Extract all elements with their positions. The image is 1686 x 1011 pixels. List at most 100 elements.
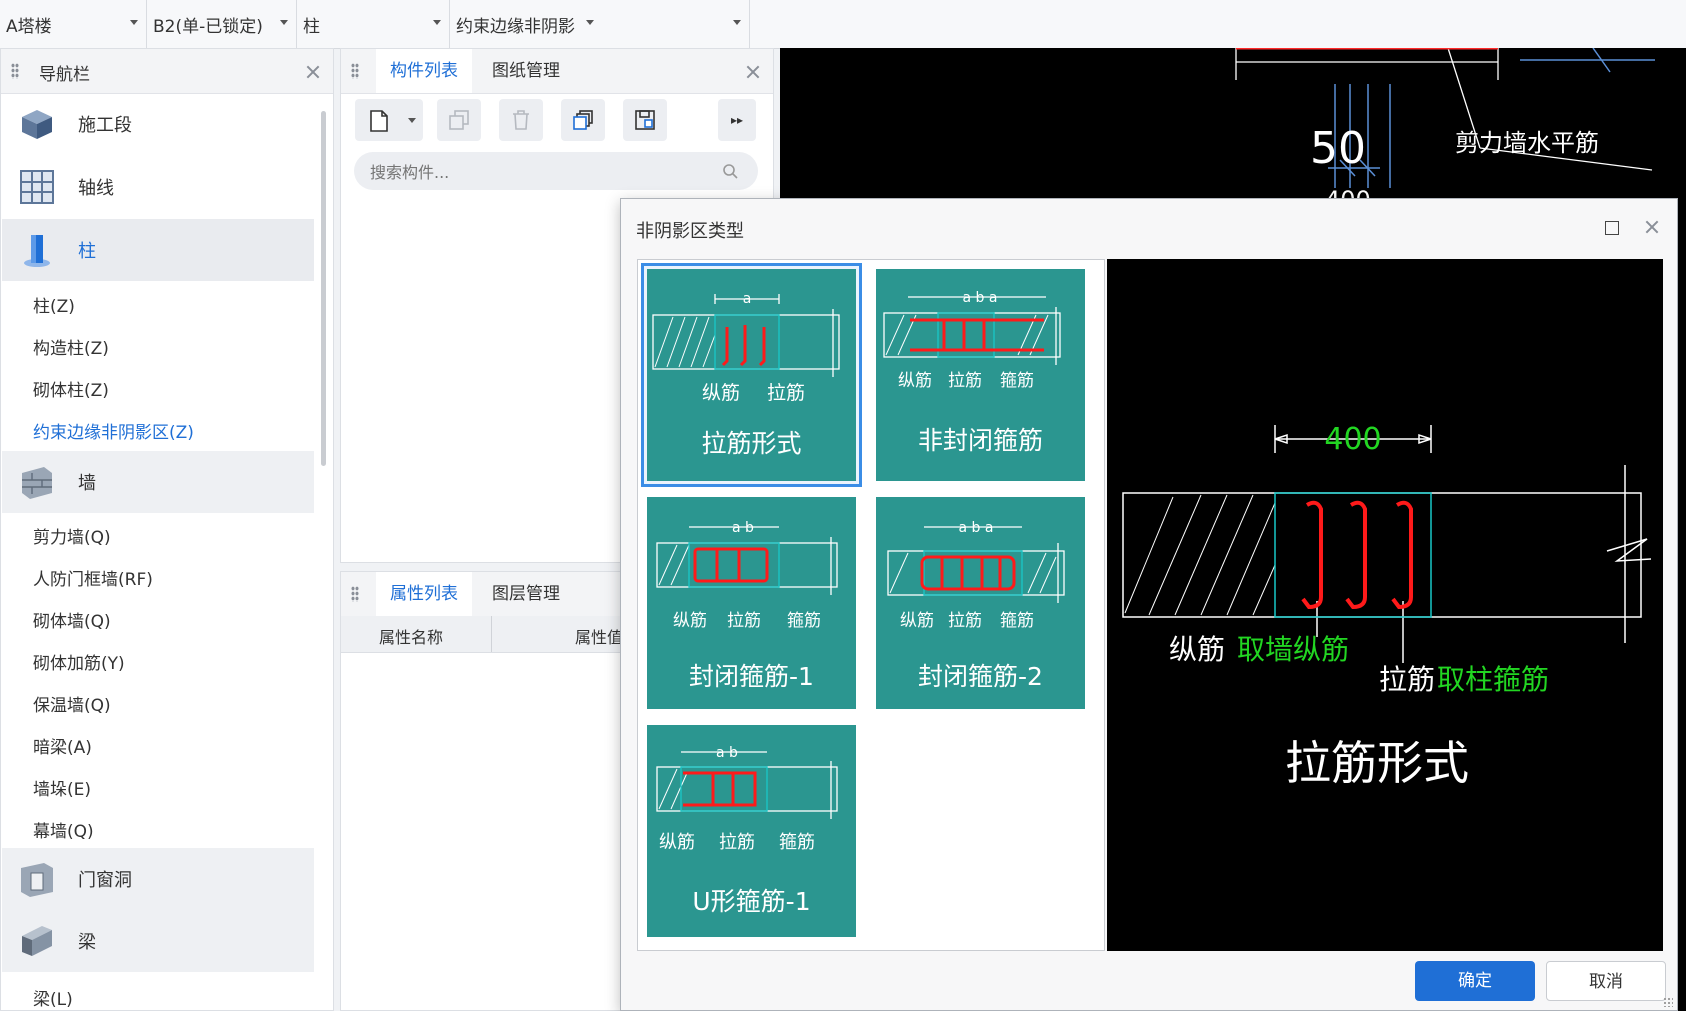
tile-closed-stirrup-1[interactable]: a b 纵筋 拉筋 箍筋 封闭箍筋-1 — [647, 497, 856, 709]
nav-item-pier[interactable]: 墙垛(E) — [33, 775, 91, 800]
tile-label-text: 纵筋 — [702, 382, 740, 404]
floor-select[interactable]: B2(单-已锁定) — [147, 0, 297, 48]
component-search-box[interactable] — [354, 152, 758, 190]
ok-button[interactable]: 确定 — [1415, 961, 1535, 1001]
tile-caption: 非封闭箍筋 — [917, 426, 1043, 455]
tile-label-text: 箍筋 — [779, 832, 815, 853]
nav-item-hidden-beam[interactable]: 暗梁(A) — [33, 733, 92, 758]
save-template-button[interactable] — [623, 99, 667, 141]
close-icon[interactable] — [746, 65, 760, 79]
tab-property-list[interactable]: 属性列表 — [376, 572, 472, 616]
nav-group-axis[interactable]: 轴线 — [2, 156, 314, 218]
nav-group-label: 施工段 — [78, 115, 132, 136]
column-icon — [24, 235, 50, 267]
tab-layer-management[interactable]: 图层管理 — [478, 572, 574, 616]
trash-icon — [513, 110, 529, 130]
tile-open-stirrup[interactable]: a b a 纵筋 拉筋 箍筋 非封闭箍筋 — [876, 269, 1085, 481]
drag-handle-icon[interactable] — [351, 63, 359, 79]
resize-grip-icon[interactable] — [1663, 997, 1673, 1007]
close-icon[interactable] — [1645, 220, 1659, 234]
column-divider — [491, 616, 492, 652]
nav-item-masonry-column[interactable]: 砌体柱(Z) — [33, 376, 109, 401]
nav-group-label: 梁 — [78, 932, 96, 953]
tile-u-stirrup-1[interactable]: a b 纵筋 拉筋 箍筋 U形箍筋-1 — [647, 725, 856, 937]
nav-group-label: 门窗洞 — [78, 870, 132, 891]
tile-label-text: 纵筋 — [898, 371, 932, 391]
tile-label-text: 箍筋 — [1000, 371, 1034, 391]
floor-select-value: B2(单-已锁定) — [153, 16, 263, 37]
tile-label-text: 纵筋 — [673, 611, 707, 631]
tower-select-value: A塔楼 — [6, 16, 52, 37]
tile-dim-text: a b a — [959, 520, 994, 536]
tile-label-text: 拉筋 — [719, 832, 755, 853]
tile-tie-bar-form[interactable]: a 纵筋 拉筋 拉筋形式 — [647, 269, 856, 481]
chevron-down-icon — [586, 20, 594, 25]
tile-closed-stirrup-2[interactable]: a b a 纵筋 拉筋 箍筋 封闭箍筋-2 — [876, 497, 1085, 709]
tile-label-text: 箍筋 — [1000, 611, 1034, 631]
door-window-icon — [21, 863, 53, 897]
nav-item-insulation-wall[interactable]: 保温墙(Q) — [33, 691, 111, 716]
column-header-name: 属性名称 — [379, 628, 444, 647]
construction-stage-icon — [22, 110, 52, 139]
tile-label-text: 纵筋 — [659, 832, 695, 853]
tile-label-text: 拉筋 — [767, 382, 805, 404]
tile-label-text: 箍筋 — [787, 611, 821, 631]
new-component-button[interactable] — [355, 99, 423, 141]
drag-handle-icon[interactable] — [351, 586, 359, 602]
more-tools-button[interactable]: ▸▸ — [718, 99, 756, 141]
tile-label-text: 拉筋 — [948, 371, 982, 391]
search-input[interactable] — [368, 158, 712, 186]
scrollbar[interactable] — [321, 111, 326, 466]
tile-dim-text: a b — [716, 745, 738, 761]
type-grid: a 纵筋 拉筋 拉筋形式 a b a 纵筋 拉筋 箍筋 非封闭箍筋 a b 纵筋… — [637, 259, 1105, 951]
nav-item-shear-wall[interactable]: 剪力墙(Q) — [33, 523, 111, 548]
chevron-down-icon — [408, 118, 416, 123]
maximize-icon[interactable] — [1605, 221, 1619, 235]
chevron-down-icon — [130, 20, 138, 25]
search-icon[interactable] — [722, 163, 738, 179]
grid-icon — [20, 170, 54, 204]
tie-bar-form-preview-diagram: 400 纵筋 取墙纵筋 拉筋 取柱箍筋 拉筋形式 — [1122, 422, 1652, 790]
non-shadow-type-dialog: 非阴影区类型 a 纵筋 拉筋 拉筋形式 a b a 纵筋 拉筋 箍筋 非封闭箍筋… — [620, 198, 1678, 1011]
chevron-down-icon — [733, 20, 741, 25]
double-chevron-right-icon: ▸▸ — [731, 113, 744, 127]
nav-group-construction-stage[interactable]: 施工段 — [2, 93, 314, 155]
nav-item-civil-defense-wall[interactable]: 人防门框墙(RF) — [33, 565, 153, 590]
copy-button[interactable] — [437, 99, 481, 141]
nav-item-beam-l[interactable]: 梁(L) — [33, 985, 73, 1010]
nav-item-boundary-non-shadow[interactable]: 约束边缘非阴影区(Z) — [33, 418, 194, 443]
wall-icon — [22, 467, 52, 499]
component-select-value: 约束边缘非阴影 — [456, 16, 575, 37]
delete-button[interactable] — [499, 99, 543, 141]
preview-label-text: 拉筋 — [1379, 663, 1435, 696]
tab-drawing-management[interactable]: 图纸管理 — [478, 49, 574, 93]
nav-item-masonry-reinforcement[interactable]: 砌体加筋(Y) — [33, 649, 125, 674]
cancel-button[interactable]: 取消 — [1546, 961, 1666, 1001]
nav-group-column[interactable]: 柱 — [2, 219, 314, 281]
nav-item-masonry-wall[interactable]: 砌体墙(Q) — [33, 607, 111, 632]
close-icon[interactable] — [306, 65, 320, 79]
empty-select[interactable] — [600, 0, 750, 48]
tab-component-list[interactable]: 构件列表 — [376, 49, 472, 93]
tile-dim-text: a — [743, 291, 752, 307]
nav-item-constructional-column[interactable]: 构造柱(Z) — [33, 334, 109, 359]
nav-group-wall[interactable]: 墙 — [2, 451, 314, 513]
nav-group-beam[interactable]: 梁 — [2, 910, 314, 972]
component-select[interactable]: 约束边缘非阴影 — [450, 0, 600, 48]
nav-group-label: 轴线 — [78, 178, 114, 199]
tower-select[interactable]: A塔楼 — [0, 0, 147, 48]
preview-note-text: 取柱箍筋 — [1437, 663, 1549, 696]
nav-group-openings[interactable]: 门窗洞 — [2, 848, 314, 910]
type-preview: 400 纵筋 取墙纵筋 拉筋 取柱箍筋 拉筋形式 — [1107, 259, 1663, 951]
preview-title-text: 拉筋形式 — [1285, 736, 1469, 790]
chevron-down-icon — [280, 20, 288, 25]
tile-caption: 封闭箍筋-1 — [689, 662, 814, 691]
save-icon — [635, 110, 655, 130]
column-header-value: 属性值 — [575, 628, 624, 647]
nav-item-curtain-wall[interactable]: 幕墙(Q) — [33, 817, 94, 842]
nav-item-column-z[interactable]: 柱(Z) — [33, 292, 75, 317]
drag-handle-icon[interactable] — [11, 63, 19, 79]
beam-icon — [22, 926, 52, 956]
category-select[interactable]: 柱 — [297, 0, 450, 48]
duplicate-to-floor-button[interactable] — [561, 99, 605, 141]
